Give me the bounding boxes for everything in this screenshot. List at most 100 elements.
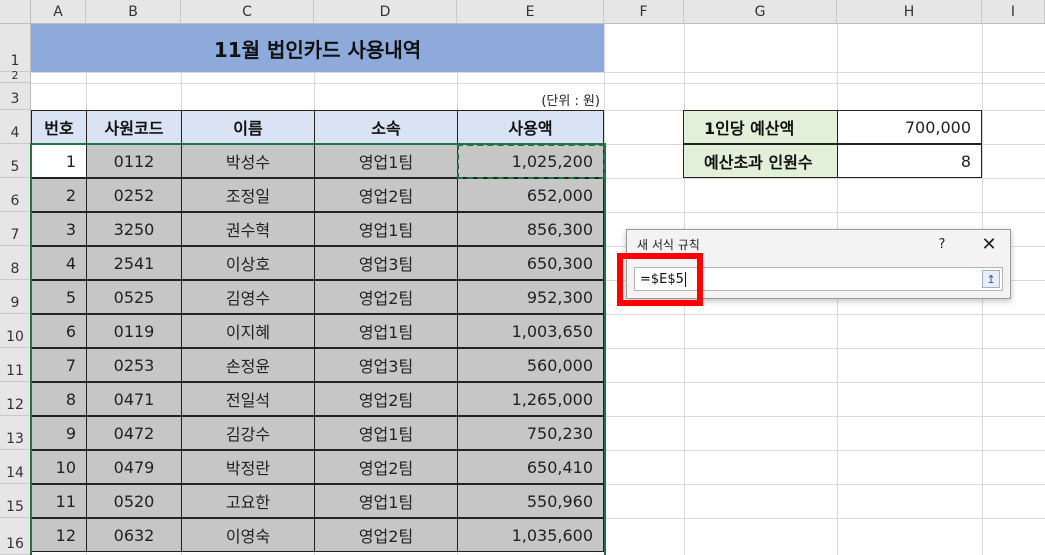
row-header-14[interactable]: 14 [0,450,31,484]
cell-code[interactable]: 0471 [86,382,182,416]
cell-team[interactable]: 영업2팀 [314,518,458,552]
cell-code[interactable]: 0479 [86,450,182,484]
header-number[interactable]: 번호 [31,110,87,144]
cell-code[interactable]: 3250 [86,212,182,246]
over-budget-label[interactable]: 예산초과 인원수 [683,144,838,178]
header-employee-code[interactable]: 사원코드 [86,110,182,144]
cell-code[interactable]: 0520 [86,484,182,518]
column-header-i[interactable]: I [982,0,1045,24]
cell-name[interactable]: 김강수 [181,416,315,450]
cell-number[interactable]: 1 [31,144,87,178]
cell-amount[interactable]: 650,300 [457,246,604,280]
cell-number[interactable]: 2 [31,178,87,212]
cell-name[interactable]: 이영숙 [181,518,315,552]
column-header-d[interactable]: D [314,0,457,24]
cell-amount[interactable]: 856,300 [457,212,604,246]
help-icon[interactable]: ? [933,234,951,254]
cell-team[interactable]: 영업1팀 [314,484,458,518]
column-header-e[interactable]: E [457,0,604,24]
new-format-rule-dialog[interactable]: 새 서식 규칙 ? ✕ =$E$5 ↥ [626,229,1011,299]
cell-number[interactable]: 7 [31,348,87,382]
sheet-title[interactable]: 11월 법인카드 사용내역 [31,24,604,72]
cell-name[interactable]: 권수혁 [181,212,315,246]
cell-amount[interactable]: 1,035,600 [457,518,604,552]
cell-name[interactable]: 박정란 [181,450,315,484]
row-header-4[interactable]: 4 [0,110,31,144]
cell-amount[interactable]: 1,003,650 [457,314,604,348]
header-amount[interactable]: 사용액 [457,110,604,144]
row-header-7[interactable]: 7 [0,212,31,246]
formula-input[interactable]: =$E$5 [634,267,1003,291]
cell-team[interactable]: 영업2팀 [314,450,458,484]
cell-code[interactable]: 0119 [86,314,182,348]
cell-team[interactable]: 영업2팀 [314,280,458,314]
row-header-12[interactable]: 12 [0,382,31,416]
cell-number[interactable]: 11 [31,484,87,518]
budget-value[interactable]: 700,000 [837,110,982,144]
row-header-11[interactable]: 11 [0,348,31,382]
cell-code[interactable]: 0253 [86,348,182,382]
cell-code[interactable]: 0472 [86,416,182,450]
column-header-c[interactable]: C [181,0,314,24]
cell-name[interactable]: 고요한 [181,484,315,518]
cell-code[interactable]: 0112 [86,144,182,178]
cell-name[interactable]: 손정윤 [181,348,315,382]
column-header-f[interactable]: F [604,0,684,24]
cell-code[interactable]: 0525 [86,280,182,314]
cell-amount[interactable]: 1,025,200 [457,144,604,178]
cell-name[interactable]: 이지혜 [181,314,315,348]
row-header-8[interactable]: 8 [0,246,31,280]
row-header-9[interactable]: 9 [0,280,31,314]
cell-number[interactable]: 10 [31,450,87,484]
row-header-16[interactable]: 16 [0,518,31,555]
cell-amount[interactable]: 750,230 [457,416,604,450]
column-header-g[interactable]: G [684,0,837,24]
cell-code[interactable]: 0632 [86,518,182,552]
row-header-2[interactable]: 2 [0,69,31,83]
cell-name[interactable]: 김영수 [181,280,315,314]
cell-amount[interactable]: 650,410 [457,450,604,484]
row-header-10[interactable]: 10 [0,314,31,348]
unit-note[interactable]: (단위 : 원) [457,89,604,110]
header-department[interactable]: 소속 [314,110,458,144]
column-header-h[interactable]: H [837,0,982,24]
cell-team[interactable]: 영업2팀 [314,178,458,212]
cell-name[interactable]: 전일석 [181,382,315,416]
cell-amount[interactable]: 952,300 [457,280,604,314]
header-name[interactable]: 이름 [181,110,315,144]
select-all-corner[interactable] [0,0,31,24]
row-header-13[interactable]: 13 [0,416,31,450]
cell-number[interactable]: 9 [31,416,87,450]
cell-name[interactable]: 박성수 [181,144,315,178]
expand-dialog-icon[interactable]: ↥ [982,270,1000,288]
cell-amount[interactable]: 1,265,000 [457,382,604,416]
cell-team[interactable]: 영업2팀 [314,382,458,416]
cell-team[interactable]: 영업1팀 [314,314,458,348]
cell-number[interactable]: 8 [31,382,87,416]
row-header-6[interactable]: 6 [0,178,31,212]
row-header-5[interactable]: 5 [0,144,31,178]
cell-team[interactable]: 영업1팀 [314,144,458,178]
cell-name[interactable]: 조정일 [181,178,315,212]
cell-number[interactable]: 6 [31,314,87,348]
budget-label[interactable]: 1인당 예산액 [683,110,838,144]
column-header-b[interactable]: B [86,0,181,24]
column-header-a[interactable]: A [31,0,86,24]
cell-team[interactable]: 영업3팀 [314,246,458,280]
cell-code[interactable]: 0252 [86,178,182,212]
row-header-1[interactable]: 1 [0,24,31,72]
cell-number[interactable]: 5 [31,280,87,314]
cell-name[interactable]: 이상호 [181,246,315,280]
cell-team[interactable]: 영업1팀 [314,416,458,450]
cell-number[interactable]: 12 [31,518,87,552]
cell-team[interactable]: 영업3팀 [314,348,458,382]
cell-amount[interactable]: 550,960 [457,484,604,518]
over-budget-value[interactable]: 8 [837,144,982,178]
cell-code[interactable]: 2541 [86,246,182,280]
cell-number[interactable]: 3 [31,212,87,246]
close-icon[interactable]: ✕ [977,232,1001,256]
cell-amount[interactable]: 652,000 [457,178,604,212]
row-header-3[interactable]: 3 [0,83,31,110]
row-header-15[interactable]: 15 [0,484,31,518]
cell-number[interactable]: 4 [31,246,87,280]
